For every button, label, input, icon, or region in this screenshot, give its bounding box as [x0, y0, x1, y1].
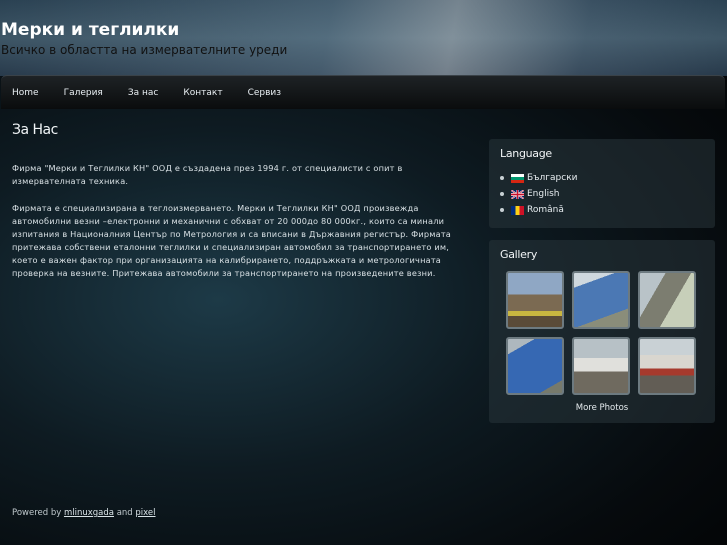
footer-prefix: Powered by — [12, 508, 62, 518]
gallery-box: Gallery More Photos — [489, 240, 715, 423]
footer-link-mlinuxgada[interactable]: mlinuxgada — [64, 508, 114, 518]
site-title[interactable]: Мерки и теглилки — [1, 20, 179, 40]
about-paragraph: Фирмата е специализирана в теглоизмерван… — [12, 203, 452, 278]
gallery-thumbnail-scale-platform[interactable] — [572, 271, 630, 329]
language-label[interactable]: English — [527, 189, 560, 199]
uk-flag-icon — [511, 189, 524, 199]
more-photos-link[interactable]: More Photos — [500, 403, 704, 413]
bullet-icon — [500, 176, 504, 180]
language-box: Language Български English Română — [489, 139, 715, 228]
site-tagline: Всичко в областта на измервателните уред… — [1, 43, 288, 57]
language-label[interactable]: Română — [527, 205, 564, 215]
gallery-thumbnail-blue-platform[interactable] — [506, 337, 564, 395]
nav-gallery[interactable]: Галерия — [64, 88, 103, 98]
gallery-thumbnail-truck-front[interactable] — [638, 337, 696, 395]
intro-paragraph: Фирма "Мерки и Теглилки КН" ООД е създад… — [12, 163, 403, 186]
nav-about[interactable]: За нас — [128, 88, 159, 98]
footer-link-pixel[interactable]: pixel — [135, 508, 155, 518]
main-content: За Нас Фирма "Мерки и Теглилки КН" ООД е… — [12, 118, 472, 294]
gallery-title: Gallery — [500, 248, 538, 261]
bullet-icon — [500, 192, 504, 196]
site-header: Мерки и теглилки Всичко в областта на из… — [0, 0, 727, 76]
nav-home[interactable]: Home — [12, 88, 39, 98]
gallery-grid — [506, 271, 704, 395]
gallery-thumbnail-trucks[interactable] — [572, 337, 630, 395]
nav-contact[interactable]: Контакт — [183, 88, 222, 98]
language-item-en[interactable]: English — [500, 186, 704, 202]
main-navigation: Home Галерия За нас Контакт Сервиз — [1, 75, 725, 109]
bulgaria-flag-icon — [511, 173, 524, 183]
language-label[interactable]: Български — [527, 173, 577, 183]
language-item-ro[interactable]: Română — [500, 202, 704, 218]
footer-joiner: and — [116, 508, 133, 518]
nav-service[interactable]: Сервиз — [248, 88, 281, 98]
language-title: Language — [500, 147, 552, 160]
bullet-icon — [500, 208, 504, 212]
page-title: За Нас — [12, 122, 58, 138]
footer: Powered by mlinuxgada and pixel — [12, 508, 156, 518]
language-item-bg[interactable]: Български — [500, 170, 704, 186]
sidebar: Language Български English Română Galler… — [489, 139, 715, 435]
gallery-thumbnail-scale-rail[interactable] — [638, 271, 696, 329]
romania-flag-icon — [511, 205, 524, 215]
language-list: Български English Română — [500, 170, 704, 218]
gallery-thumbnail-truck-scale[interactable] — [506, 271, 564, 329]
